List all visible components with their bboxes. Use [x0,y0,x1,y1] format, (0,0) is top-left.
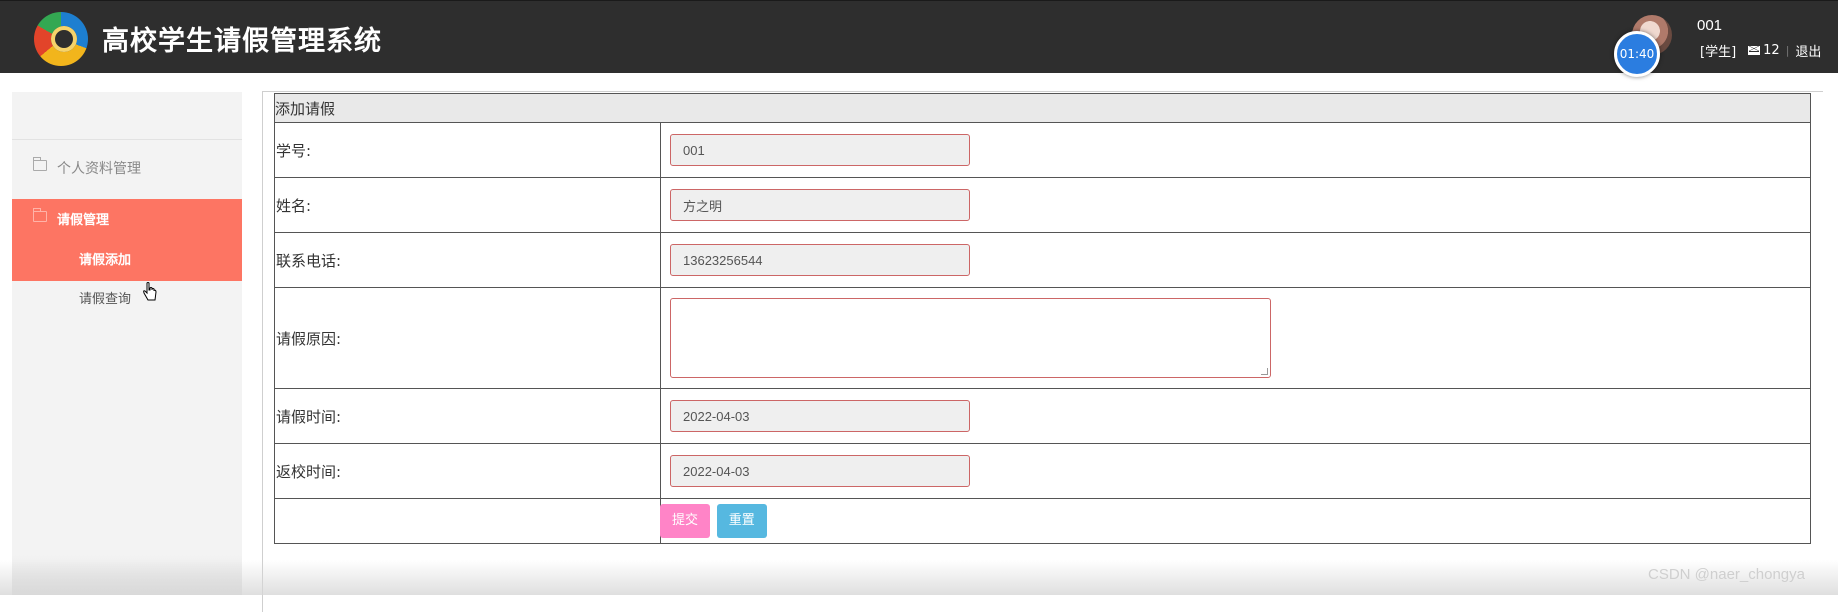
form-row: 请假时间: 2022-04-03 [274,388,1811,444]
form-row: 姓名: 方之明 [274,177,1811,233]
user-links: [学生] 12 | 退出 [1700,41,1821,60]
form-row: 学号: 001 [274,122,1811,178]
submit-button[interactable]: 提交 [660,504,711,538]
folder-icon [33,157,47,171]
phone-field[interactable]: 13623256544 [670,244,970,276]
watermark: CSDN @naer_chongya [1648,566,1805,583]
form-row: 返校时间: 2022-04-03 [274,443,1811,499]
role-label: [学生] [1700,45,1737,60]
sidebar-item-profile[interactable]: 个人资料管理 [12,150,242,194]
return-date-field[interactable]: 2022-04-03 [670,455,970,487]
logout-link[interactable]: 退出 [1795,41,1821,60]
reason-textarea[interactable] [670,298,1271,378]
divider: | [1785,44,1790,57]
name-field[interactable]: 方之明 [670,189,970,221]
field-label: 请假时间: [274,388,661,444]
form-caption: 添加请假 [274,93,1811,123]
sidebar: 个人资料管理 请假管理 请假添加 请假查询 [12,92,242,595]
sidebar-fade [12,555,242,595]
timer-badge: 01:40 [1614,31,1660,77]
top-header: 高校学生请假管理系统 01:40 001 [学生] 12 | 退出 [0,0,1838,77]
reset-button[interactable]: 重置 [716,504,767,538]
empty-cell [274,498,661,544]
field-label: 联系电话: [274,232,661,288]
form-actions-row: 提交 重置 [274,498,1811,544]
sidebar-subitem-leave-add[interactable]: 请假添加 [79,249,131,268]
form-row: 联系电话: 13623256544 [274,232,1811,288]
leave-form: 添加请假 学号: 001 姓名: 方之明 联系电话: 13623256544 请… [274,93,1811,544]
leave-date-field[interactable]: 2022-04-03 [670,400,970,432]
sidebar-item-label: 个人资料管理 [57,161,141,177]
field-label: 请假原因: [274,287,661,389]
logo-icon [34,12,88,66]
field-label: 学号: [274,122,661,178]
sidebar-subitem-leave-query[interactable]: 请假查询 [79,288,131,307]
mail-count[interactable]: 12 [1763,43,1780,58]
sidebar-item-leave[interactable]: 请假管理 [12,207,242,237]
form-row: 请假原因: [274,287,1811,389]
sidebar-divider [12,139,242,140]
mail-icon[interactable] [1748,46,1761,55]
field-label: 姓名: [274,177,661,233]
student-id-field[interactable]: 001 [670,134,970,166]
app-title: 高校学生请假管理系统 [102,26,382,57]
username: 001 [1697,17,1723,34]
sidebar-item-label: 请假管理 [57,213,110,228]
field-label: 返校时间: [274,443,661,499]
hand-cursor-icon [143,282,157,301]
folder-icon [33,208,47,222]
